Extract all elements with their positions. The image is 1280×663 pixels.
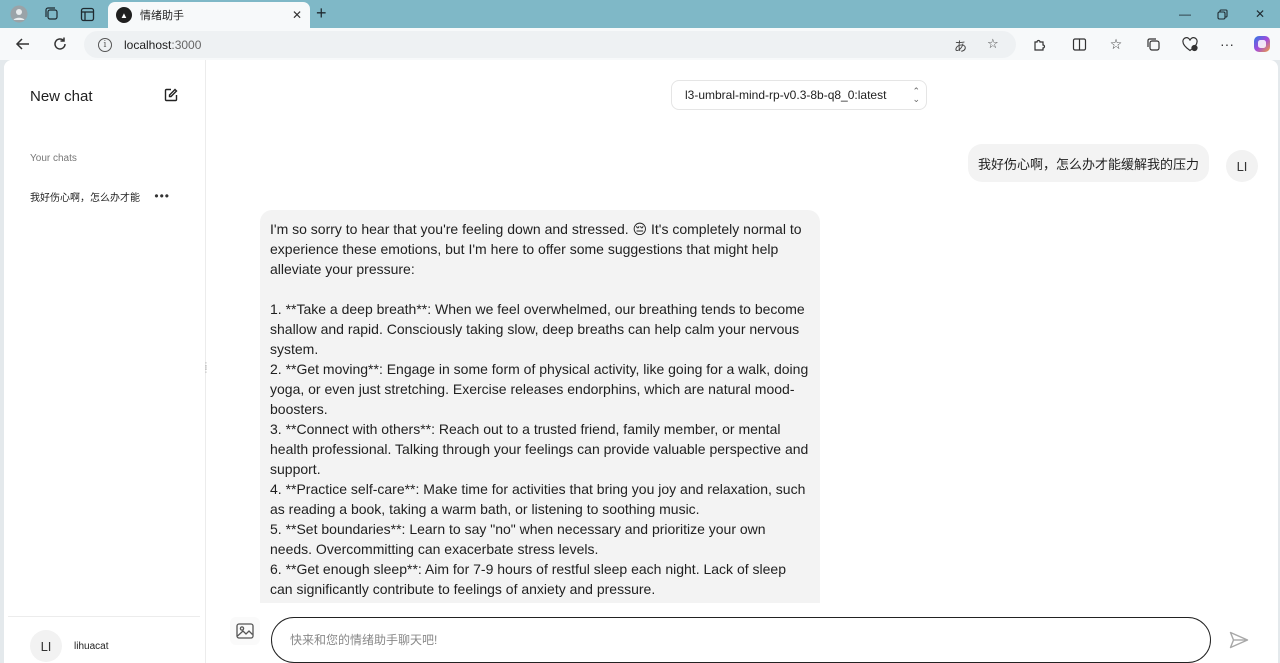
chat-input[interactable]	[271, 617, 1211, 663]
split-screen-icon[interactable]	[1068, 34, 1090, 54]
new-chat-title[interactable]: New chat	[30, 88, 93, 105]
app-window: New chat Your chats 我好伤心啊，怎么办才能 ••• LI l…	[4, 60, 1278, 663]
chat-list-item[interactable]: 我好伤心啊，怎么办才能 •••	[22, 184, 190, 208]
chat-item-label: 我好伤心啊，怎么办才能	[30, 192, 140, 204]
info-icon[interactable]: i	[98, 37, 112, 52]
user-profile[interactable]: LI lihuacat	[30, 630, 108, 662]
app-favicon-icon: ▲	[116, 7, 132, 23]
refresh-icon[interactable]	[48, 33, 72, 55]
favorites-icon[interactable]: ☆	[1105, 34, 1127, 54]
image-icon[interactable]	[230, 617, 260, 645]
avatar: LI	[1226, 150, 1258, 182]
your-chats-heading: Your chats	[30, 153, 77, 164]
chevron-updown-icon: ⌃ ⌄	[912, 86, 920, 104]
more-icon[interactable]: ···	[1216, 34, 1238, 54]
chat-options-icon[interactable]: •••	[154, 189, 170, 203]
send-icon[interactable]	[1228, 629, 1250, 651]
new-tab-icon[interactable]: +	[316, 4, 327, 22]
tab-title: 情绪助手	[140, 10, 184, 22]
browser-toolbar: i localhost:3000 あ ☆ ☆ ···	[0, 28, 1280, 60]
collections-icon[interactable]	[1142, 34, 1164, 54]
compose-icon[interactable]	[164, 88, 180, 104]
profile-icon[interactable]	[8, 4, 30, 24]
close-window-icon[interactable]: ✕	[1245, 4, 1275, 24]
assistant-message: I'm so sorry to hear that you're feeling…	[260, 210, 820, 663]
restore-icon[interactable]	[1207, 4, 1237, 24]
read-aloud-icon[interactable]: あ	[954, 36, 967, 55]
sidebar-divider	[8, 616, 200, 617]
url-text[interactable]: localhost:3000	[124, 38, 201, 52]
address-bar[interactable]: i localhost:3000 あ ☆	[84, 31, 1016, 58]
chat-input-area	[206, 603, 1278, 663]
avatar: LI	[30, 630, 62, 662]
back-icon[interactable]	[11, 33, 35, 55]
copilot-icon[interactable]	[1251, 34, 1273, 54]
user-message: 我好伤心啊，怎么办才能缓解我的压力	[968, 144, 1210, 182]
sidebar: New chat Your chats 我好伤心啊，怎么办才能 ••• LI l…	[4, 60, 210, 663]
tab-actions-icon[interactable]	[76, 4, 98, 24]
model-name: l3-umbral-mind-rp-v0.3-8b-q8_0:latest	[685, 88, 887, 102]
active-tab[interactable]: ▲ 情绪助手 ✕	[108, 2, 310, 28]
model-selector[interactable]: l3-umbral-mind-rp-v0.3-8b-q8_0:latest ⌃ ⌄	[671, 80, 927, 110]
browser-tab-bar: ▲ 情绪助手 ✕ + — ✕	[0, 0, 1280, 28]
chat-main: l3-umbral-mind-rp-v0.3-8b-q8_0:latest ⌃ ⌄…	[206, 60, 1278, 663]
browser-essentials-icon[interactable]	[1179, 34, 1201, 54]
extensions-icon[interactable]	[1028, 34, 1050, 54]
minimize-icon[interactable]: —	[1170, 4, 1200, 24]
favorite-icon[interactable]: ☆	[987, 36, 999, 52]
workspaces-icon[interactable]	[41, 4, 63, 24]
close-icon[interactable]: ✕	[292, 8, 302, 22]
user-name: lihuacat	[74, 640, 109, 652]
